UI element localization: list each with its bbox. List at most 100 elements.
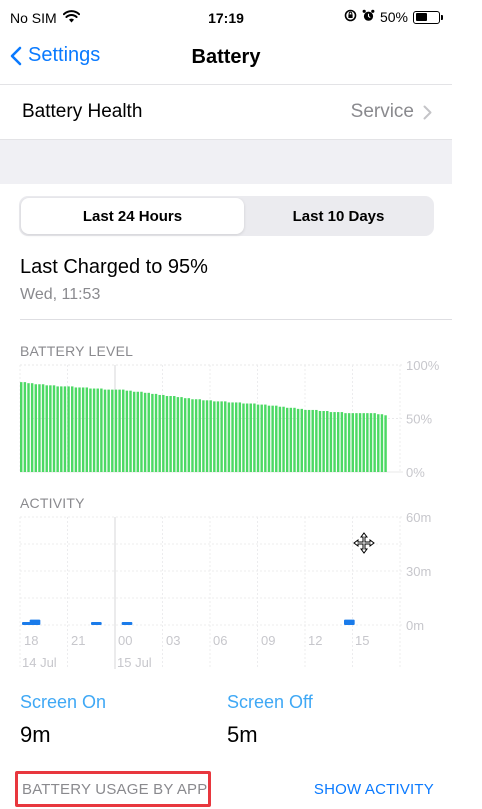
battery-level-bar [304,409,307,472]
battery-level-bar [176,397,180,472]
battery-level-bar [20,382,23,472]
screen-off-value: 5m [227,722,258,747]
battery-level-bar [256,404,260,472]
battery-level-bar [231,402,234,472]
battery-level-bar [234,402,238,472]
activity-x-tick-label: 09 [261,633,275,648]
battery-level-bar [384,415,387,472]
battery-usage-by-app-text: BATTERY USAGE BY APP [22,780,208,798]
battery-settings-screen: No SIM 17:19 50% Settings Battery Batter… [0,0,452,809]
battery-level-bar [380,414,384,472]
battery-level-bar [311,409,314,472]
battery-level-bar [296,408,300,472]
battery-level-bar [30,383,34,472]
battery-level-bar [71,386,74,472]
battery-level-bar [307,409,311,472]
activity-x-tick-label: 12 [308,633,322,648]
battery-level-bar [285,407,289,472]
battery-level-bar [154,393,158,472]
screen-on-label: Screen On [20,692,107,712]
battery-level-bar [96,388,99,472]
battery-level-bar [347,413,351,472]
battery-level-bar [300,408,303,472]
battery-level-bar [377,414,380,472]
activity-date-label: 15 Jul [117,655,152,670]
battery-level-bar [165,396,169,472]
show-activity-button[interactable]: SHOW ACTIVITY [314,781,434,798]
battery-level-bar [373,413,376,472]
battery-level-bar [336,412,340,472]
battery-level-bar [140,391,143,472]
battery-level-bar [45,385,48,472]
battery-level-bar [253,403,256,472]
battery-level-bar [111,389,114,472]
battery-level-bar [56,386,59,472]
activity-y-tick-label: 0m [406,618,424,633]
move-cursor-icon [353,532,375,554]
battery-level-bar [209,400,212,472]
battery-level-bar [205,400,209,472]
battery-level-bar [162,394,165,472]
activity-bar [121,622,133,625]
battery-level-bar [103,389,107,472]
battery-level-bar [27,383,30,472]
screen-off-label: Screen Off [227,692,313,712]
activity-x-tick-label: 06 [213,633,227,648]
battery-level-bar [63,386,67,472]
battery-level-bar [351,413,354,472]
battery-usage-by-app-label: BATTERY USAGE BY APP [15,771,211,807]
activity-x-tick-label: 03 [166,633,180,648]
battery-level-bar [333,412,336,472]
battery-level-bar [60,386,63,472]
battery-level-bar [326,411,329,472]
battery-level-bar [122,389,125,472]
activity-y-tick-label: 30m [406,564,431,579]
activity-y-tick-label: 60m [406,510,431,525]
battery-level-bar [118,389,121,472]
battery-level-bar [216,401,220,472]
battery-level-bar [227,402,231,472]
battery-level-bar [49,385,52,472]
activity-bar [344,619,355,625]
battery-level-bar [362,413,365,472]
battery-level-bar [358,413,362,472]
battery-level-bar [198,399,201,472]
battery-level-bar [264,404,267,472]
battery-level-bar [23,382,27,472]
screen-edge [452,0,482,809]
battery-level-bar [224,401,227,472]
activity-bar [91,622,102,625]
battery-level-bar [220,401,223,472]
battery-level-bar [202,400,205,472]
battery-level-bar [89,388,92,472]
battery-level-bar [41,384,45,472]
screen-on-value: 9m [20,722,51,747]
battery-level-bar [249,403,252,472]
battery-level-bar [81,387,85,472]
battery-level-bar [169,396,172,472]
battery-level-bar [289,407,293,472]
battery-level-bar [125,390,129,472]
battery-level-bar [92,388,96,472]
activity-date-label: 14 Jul [22,655,57,670]
activity-x-tick-label: 21 [71,633,85,648]
activity-x-tick-label: 18 [24,633,38,648]
battery-level-bar [245,403,249,472]
activity-x-tick-label: 15 [355,633,369,648]
battery-level-bar [318,411,322,472]
battery-level-bar [344,413,347,472]
battery-level-bar [278,406,282,472]
battery-level-bar [187,398,191,472]
battery-level-bar [260,404,263,472]
battery-level-bar [293,407,296,472]
battery-charts: 100% 50% 0% 60m 30m 0m 18 21 00 03 06 09 12 15 14 Jul 1… [19,358,440,670]
battery-level-bar [74,387,78,472]
battery-level-bar [129,390,132,472]
battery-level-bar [67,386,70,472]
battery-level-bar [315,409,318,472]
battery-level-bar [158,394,161,472]
battery-level-bar [238,402,242,472]
battery-level-bar [107,389,110,472]
battery-y-tick-label: 100% [406,358,440,373]
battery-level-bar [282,406,285,472]
